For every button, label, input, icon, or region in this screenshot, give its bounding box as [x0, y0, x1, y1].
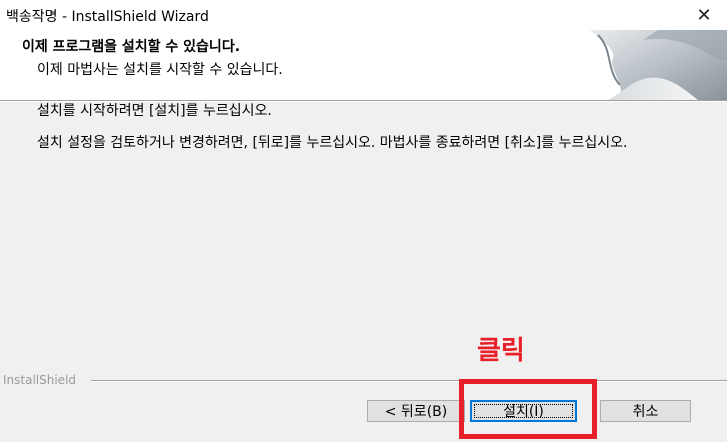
window-title: 백송작명 - InstallShield Wizard [6, 9, 209, 25]
instruction-review: 설치 설정을 검토하거나 변경하려면, [뒤로]를 누르십시오. 마법사를 종료… [37, 135, 628, 151]
installshield-brand: InstallShield [3, 373, 77, 387]
click-annotation: 클릭 [477, 336, 525, 366]
close-icon[interactable]: ✕ [681, 0, 727, 30]
header-title: 이제 프로그램을 설치할 수 있습니다. [22, 39, 241, 55]
back-button[interactable]: < 뒤로(B) [367, 400, 465, 422]
wizard-header: 이제 프로그램을 설치할 수 있습니다. 이제 마법사는 설치를 시작할 수 있… [0, 30, 727, 100]
header-separator [0, 100, 727, 102]
focus-rect [474, 404, 573, 418]
footer-separator [91, 380, 727, 382]
install-button[interactable]: 설치(I) [470, 400, 577, 422]
header-subtitle: 이제 마법사는 설치를 시작할 수 있습니다. [37, 62, 283, 78]
installshield-banner-graphic [588, 30, 727, 100]
title-bar: 백송작명 - InstallShield Wizard ✕ [0, 0, 727, 30]
instruction-install: 설치를 시작하려면 [설치]를 누르십시오. [37, 103, 272, 119]
cancel-button[interactable]: 취소 [600, 400, 691, 422]
